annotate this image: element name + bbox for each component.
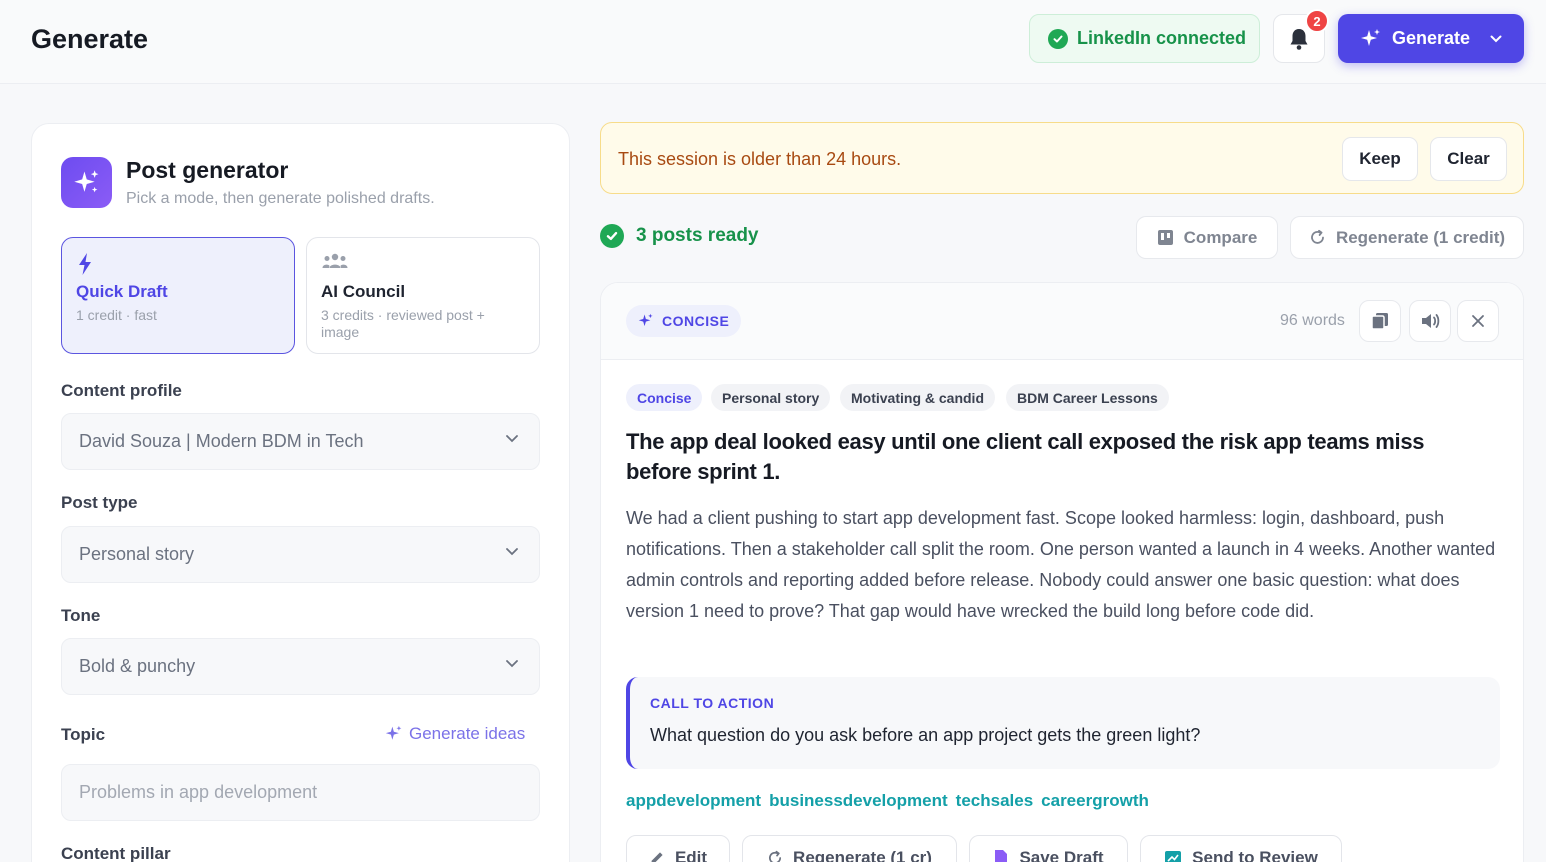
chevron-down-icon: [506, 548, 518, 556]
linkedin-status-badge: LinkedIn connected: [1029, 14, 1260, 63]
mode-ai-council[interactable]: AI Council 3 credits · reviewed post + i…: [306, 237, 540, 354]
post-tag: Concise: [626, 384, 703, 411]
save-draft-label: Save Draft: [1019, 848, 1104, 862]
speaker-icon: [1422, 314, 1440, 328]
cta-label: CALL TO ACTION: [650, 695, 775, 711]
mode-name: Quick Draft: [76, 282, 168, 301]
content-profile-value: David Souza | Modern BDM in Tech: [79, 431, 364, 451]
word-count: 96 words: [1280, 312, 1345, 329]
chevron-down-icon: [506, 660, 518, 668]
variant-label: CONCISE: [662, 313, 730, 329]
compare-button[interactable]: Compare: [1136, 216, 1278, 259]
copy-button[interactable]: [1359, 300, 1401, 342]
hashtag[interactable]: businessdevelopment: [769, 791, 948, 811]
hashtag[interactable]: appdevelopment: [626, 791, 761, 811]
post-card: CONCISE 96 words Concise Personal story …: [600, 282, 1524, 862]
copy-icon: [1371, 313, 1388, 330]
generate-ideas-label: Generate ideas: [409, 724, 526, 743]
page-title: Generate: [31, 24, 149, 54]
session-warning-text: This session is older than 24 hours.: [618, 149, 902, 169]
regenerate-label: Regenerate (1 credit): [1335, 227, 1506, 247]
read-aloud-button[interactable]: [1409, 300, 1451, 342]
mode-description: 3 credits · reviewed post + image: [321, 307, 485, 340]
check-circle-icon: [1048, 28, 1068, 49]
save-draft-button[interactable]: Save Draft: [969, 835, 1128, 862]
check-circle-icon: [600, 224, 624, 248]
call-to-action-box: CALL TO ACTION What question do you ask …: [626, 677, 1500, 769]
refresh-icon: [769, 850, 782, 862]
bolt-icon: [79, 253, 91, 275]
edit-label: Edit: [674, 848, 708, 862]
tone-label: Tone: [61, 606, 101, 625]
sparkle-icon: [385, 725, 402, 740]
regenerate-all-button[interactable]: Regenerate (1 credit): [1290, 216, 1524, 259]
chevron-down-icon: [506, 435, 518, 443]
panel-subtitle: Pick a mode, then generate polished draf…: [126, 190, 435, 207]
posts-ready-status: 3 posts ready: [600, 224, 759, 248]
post-tag: Motivating & candid: [840, 384, 995, 411]
content-profile-label: Content profile: [61, 381, 182, 400]
post-tag: Personal story: [711, 384, 831, 411]
bell-icon: [1290, 28, 1308, 50]
mode-description: 1 credit · fast: [76, 307, 157, 323]
regenerate-post-button[interactable]: Regenerate (1 cr): [742, 835, 957, 862]
post-hook-title: The app deal looked easy until one clien…: [626, 429, 1425, 484]
compare-icon: [1157, 230, 1173, 245]
post-tag: BDM Career Lessons: [1006, 384, 1169, 411]
topic-input[interactable]: Problems in app development: [61, 764, 540, 821]
generate-ideas-link[interactable]: Generate ideas: [385, 724, 525, 744]
tone-select[interactable]: Bold & punchy: [61, 638, 540, 695]
top-bar: Generate LinkedIn connected 2 Generate: [0, 0, 1546, 84]
generate-button-label: Generate: [1392, 28, 1471, 48]
sparkle-icon: [1361, 28, 1380, 46]
post-card-header: CONCISE 96 words: [601, 283, 1523, 360]
post-type-label: Post type: [61, 493, 138, 512]
sparkle-icon: [61, 157, 112, 208]
sparkle-icon: [638, 313, 653, 327]
keep-session-button[interactable]: Keep: [1342, 137, 1418, 181]
cta-text: What question do you ask before an app p…: [650, 725, 1201, 745]
regenerate-post-label: Regenerate (1 cr): [793, 848, 932, 862]
send-to-review-button[interactable]: Send to Review: [1140, 835, 1342, 862]
panel-title: Post generator: [126, 157, 289, 183]
hashtag[interactable]: careergrowth: [1041, 791, 1149, 811]
post-type-value: Personal story: [79, 544, 195, 564]
compare-label: Compare: [1183, 227, 1258, 247]
send-to-review-label: Send to Review: [1192, 848, 1318, 862]
file-icon: [995, 850, 1008, 862]
hashtag-list: appdevelopment businessdevelopment techs…: [626, 791, 1149, 811]
edit-post-button[interactable]: Edit: [626, 835, 730, 862]
posts-ready-label: 3 posts ready: [636, 225, 759, 246]
session-warning-banner: This session is older than 24 hours. Kee…: [600, 122, 1524, 194]
tone-value: Bold & punchy: [79, 656, 196, 676]
hashtag[interactable]: techsales: [956, 791, 1034, 811]
variant-badge: CONCISE: [626, 305, 742, 337]
close-icon: [1472, 315, 1484, 327]
content-profile-select[interactable]: David Souza | Modern BDM in Tech: [61, 413, 540, 470]
content-pillar-label: Content pillar: [61, 844, 171, 862]
topic-label: Topic: [61, 725, 106, 744]
send-icon: [1165, 851, 1182, 862]
refresh-icon: [1311, 229, 1324, 244]
pencil-icon: [651, 852, 663, 862]
generate-button[interactable]: Generate: [1338, 14, 1524, 63]
notification-count-badge: 2: [1305, 9, 1329, 33]
chevron-down-icon: [1490, 35, 1502, 42]
linkedin-status-label: LinkedIn connected: [1077, 28, 1247, 48]
mode-name: AI Council: [321, 282, 406, 301]
topic-placeholder: Problems in app development: [79, 782, 318, 802]
close-post-button[interactable]: [1457, 300, 1499, 342]
post-body: We had a client pushing to start app dev…: [626, 508, 1496, 621]
post-type-select[interactable]: Personal story: [61, 526, 540, 583]
users-icon: [322, 253, 348, 268]
clear-session-button[interactable]: Clear: [1430, 137, 1507, 181]
mode-quick-draft[interactable]: Quick Draft 1 credit · fast: [61, 237, 295, 354]
